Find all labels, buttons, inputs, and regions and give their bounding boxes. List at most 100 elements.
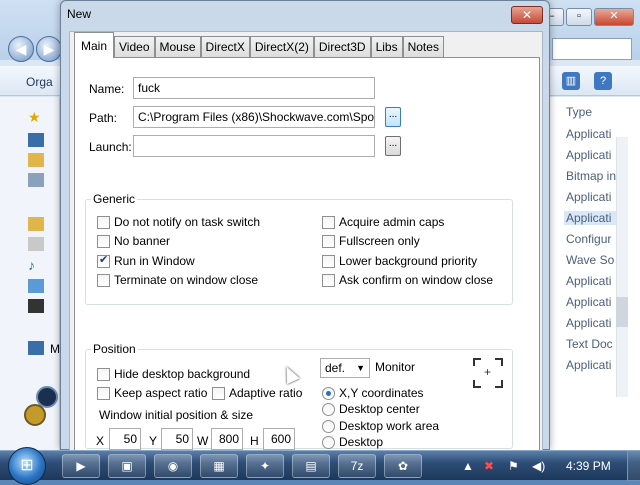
radio-dot[interactable] (322, 419, 335, 433)
list-item[interactable]: Wave So (566, 253, 614, 267)
list-item[interactable]: Configur (566, 232, 611, 246)
view-icon[interactable]: ▥ (562, 72, 580, 90)
checkbox-box[interactable] (322, 234, 335, 248)
path-browse-button[interactable]: ... (385, 107, 401, 127)
start-button[interactable]: ⊞ (8, 447, 46, 485)
recent-icon[interactable] (28, 173, 44, 187)
folder-icon[interactable] (28, 153, 44, 167)
list-item[interactable]: Bitmap in (566, 169, 616, 183)
show-desktop-button[interactable] (627, 451, 640, 481)
dxwnd-icon[interactable]: ✿ (384, 454, 422, 478)
list-item[interactable]: Applicati (564, 211, 624, 225)
y-input[interactable]: 50 (161, 428, 193, 450)
help-icon[interactable]: ? (594, 72, 612, 90)
checkbox-keep-aspect-ratio[interactable]: Keep aspect ratio (97, 386, 207, 400)
game-icon[interactable]: ✦ (246, 454, 284, 478)
chrome-icon[interactable]: ◉ (154, 454, 192, 478)
checkbox-no-banner[interactable]: No banner (97, 234, 170, 248)
checkbox-hide-desktop-background[interactable]: Hide desktop background (97, 367, 250, 381)
tab-video[interactable]: Video (114, 36, 155, 58)
pictures-icon[interactable] (28, 279, 44, 293)
volume-icon[interactable]: ◀) (532, 459, 545, 473)
tray-expand-icon[interactable]: ▲ (462, 459, 474, 473)
dialog-close-button[interactable]: ✕ (511, 6, 543, 24)
tab-directx-2[interactable]: DirectX(2) (249, 36, 314, 58)
forward-icon[interactable]: ▶ (36, 36, 62, 62)
checkbox-ask-confirm-on-close[interactable]: Ask confirm on window close (322, 273, 493, 287)
launch-browse-button[interactable]: ... (385, 136, 401, 156)
tab-mouse[interactable]: Mouse (154, 36, 201, 58)
path-field[interactable]: C:\Program Files (x86)\Shockwave.com\Spo… (133, 106, 375, 128)
documents-icon[interactable] (28, 237, 44, 251)
clock[interactable]: 4:39 PM (566, 459, 611, 473)
checkbox-box[interactable] (322, 254, 335, 268)
favorites-star-icon[interactable]: ★ (28, 109, 44, 125)
checkbox-do-not-notify[interactable]: Do not notify on task switch (97, 215, 260, 229)
list-item[interactable]: Applicati (566, 274, 611, 288)
launch-field[interactable] (133, 135, 375, 157)
new-entry-dialog: New ✕ Main Video Mouse DirectX DirectX(2) Dir… (60, 0, 550, 452)
h-input[interactable]: 600 (263, 428, 295, 450)
network-error-icon[interactable]: ✖ (484, 459, 494, 473)
media-player-icon[interactable]: ▶ (62, 454, 100, 478)
terminal-icon[interactable]: ▦ (200, 454, 238, 478)
name-field[interactable]: fuck (133, 77, 375, 99)
explorer-folder-icon[interactable]: ▣ (108, 454, 146, 478)
checkbox-lower-bg-priority[interactable]: Lower background priority (322, 254, 477, 268)
checkbox-box[interactable] (322, 215, 335, 229)
checkbox-run-in-window[interactable]: Run in Window (97, 253, 195, 268)
checkbox-box[interactable] (97, 273, 110, 287)
desktop-icon[interactable] (28, 133, 44, 147)
close-icon[interactable]: ✕ (594, 8, 634, 26)
checkbox-acquire-admin-caps[interactable]: Acquire admin caps (322, 215, 444, 229)
checkbox-box[interactable] (97, 234, 110, 248)
music-icon[interactable]: ♪ (28, 257, 44, 273)
tab-libs[interactable]: Libs (370, 36, 403, 58)
radio-desktop-center[interactable]: Desktop center (322, 402, 420, 416)
radio-desktop-work-area[interactable]: Desktop work area (322, 419, 439, 433)
action-center-icon[interactable]: ⚑ (508, 459, 519, 473)
taskbar: ⊞ ▶ ▣ ◉ ▦ ✦ ▤ 7z ✿ ▲ ✖ ⚑ ◀) 4:39 PM (0, 447, 640, 485)
tab-notes[interactable]: Notes (402, 36, 444, 58)
videos-icon[interactable] (28, 299, 44, 313)
list-item[interactable]: Applicati (566, 358, 611, 372)
radio-desktop[interactable]: Desktop (322, 435, 383, 449)
7zip-icon[interactable]: 7z (338, 454, 376, 478)
radio-dot[interactable] (322, 386, 335, 400)
libraries-icon[interactable] (28, 217, 44, 231)
checkbox-box[interactable] (97, 386, 110, 400)
list-item[interactable]: Text Doc (566, 337, 613, 351)
list-item[interactable]: Applicati (566, 148, 611, 162)
checkbox-box[interactable] (97, 253, 110, 268)
explorer-caption-buttons: – ▫ ✕ (538, 8, 634, 26)
organize-button[interactable]: Orga (26, 75, 53, 89)
list-item[interactable]: Applicati (566, 295, 611, 309)
checkbox-box[interactable] (97, 367, 110, 381)
list-item[interactable]: Applicati (566, 190, 611, 204)
checkbox-box[interactable] (212, 386, 225, 400)
back-icon[interactable]: ◀ (8, 36, 34, 62)
explorer-scroll-thumb[interactable] (616, 297, 628, 327)
checkbox-box[interactable] (97, 215, 110, 229)
radio-dot[interactable] (322, 402, 335, 416)
checkbox-adaptive-ratio[interactable]: Adaptive ratio (212, 386, 302, 400)
document-icon[interactable]: ▤ (292, 454, 330, 478)
explorer-search-input[interactable] (552, 38, 632, 60)
x-input[interactable]: 50 (109, 428, 141, 450)
explorer-vertical-scrollbar[interactable] (616, 137, 628, 397)
type-column-header[interactable]: Type (566, 105, 592, 119)
w-input[interactable]: 800 (211, 428, 243, 450)
list-item[interactable]: Applicati (566, 316, 611, 330)
computer-icon[interactable] (28, 341, 44, 355)
tab-main[interactable]: Main (74, 32, 115, 58)
radio-xy-coordinates[interactable]: X,Y coordinates (322, 386, 424, 400)
monitor-select[interactable]: def. ▼ (320, 358, 370, 378)
radio-dot[interactable] (322, 435, 335, 449)
checkbox-fullscreen-only[interactable]: Fullscreen only (322, 234, 420, 248)
checkbox-box[interactable] (322, 273, 335, 287)
tab-direct3d[interactable]: Direct3D (313, 36, 371, 58)
maximize-icon[interactable]: ▫ (566, 8, 592, 26)
checkbox-terminate-on-close[interactable]: Terminate on window close (97, 273, 258, 287)
list-item[interactable]: Applicati (566, 127, 611, 141)
tab-directx[interactable]: DirectX (200, 36, 250, 58)
